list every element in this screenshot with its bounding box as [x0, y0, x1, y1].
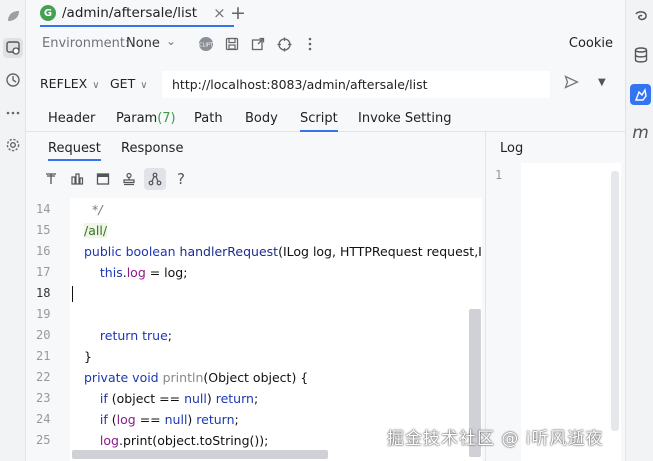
tab-path[interactable]: Path: [194, 111, 223, 126]
url-input[interactable]: [162, 71, 550, 98]
script-sub-tabs: Request Response: [26, 137, 485, 162]
code-line: if (object == null) return;: [99, 391, 259, 406]
line-number: 20: [36, 328, 51, 342]
line-number: 23: [36, 391, 51, 405]
cloud-badge: CLIPT: [199, 43, 214, 49]
editor-tab-row: G /admin/aftersale/list × +: [26, 0, 625, 27]
log-scrollbar[interactable]: [611, 171, 619, 431]
m-icon[interactable]: m: [630, 122, 651, 143]
script-editor[interactable]: 14 15 16 17 18 19 20 21 22 23 24 25 */ /…: [26, 198, 482, 461]
send-options-icon[interactable]: ▼: [598, 77, 606, 88]
format-icon[interactable]: [40, 168, 62, 190]
tab-body[interactable]: Body: [245, 111, 278, 126]
tab-invoke-setting[interactable]: Invoke Setting: [358, 111, 451, 126]
log-line-number: 1: [495, 168, 503, 182]
environment-select[interactable]: None: [126, 36, 160, 51]
tab-script[interactable]: Script: [300, 111, 338, 132]
text-caret: [72, 286, 73, 302]
chevron-down-icon: ∨: [140, 80, 148, 91]
stamp-icon[interactable]: [118, 168, 140, 190]
cloud-icon[interactable]: CLIPT: [198, 35, 214, 53]
code-line: private void println(Object object) {: [84, 370, 309, 385]
line-number: 14: [36, 202, 51, 216]
new-tab-button[interactable]: +: [230, 2, 246, 24]
close-icon[interactable]: ×: [213, 4, 226, 22]
tab-request[interactable]: Request: [48, 141, 101, 161]
swirl-icon[interactable]: [630, 6, 651, 27]
settings-icon[interactable]: [3, 135, 23, 155]
watermark: 掘金技术社区 @ i听风逝夜: [387, 429, 604, 449]
tab-response[interactable]: Response: [121, 141, 183, 156]
line-number: 24: [36, 412, 51, 426]
chart-icon[interactable]: [66, 168, 88, 190]
cookie-button[interactable]: Cookie: [569, 36, 613, 51]
code-line: return true;: [99, 328, 172, 343]
file-tab-title: /admin/aftersale/list: [62, 5, 198, 21]
line-number: 16: [36, 244, 51, 258]
log-title: Log: [500, 141, 524, 156]
request-tabs: Header Param(7) Path Body Script Invoke …: [26, 106, 625, 132]
line-number: 18: [36, 286, 51, 300]
tab-param[interactable]: Param(7): [116, 111, 176, 126]
main-panel: G /admin/aftersale/list × + Environment:…: [26, 0, 625, 461]
line-number: 17: [36, 265, 51, 279]
right-tool-bar: m: [625, 0, 653, 461]
code-line: }: [84, 349, 92, 364]
chevron-down-icon[interactable]: ⌄: [166, 34, 176, 48]
mode-select[interactable]: REFLEX ∨: [40, 76, 100, 91]
line-number: 19: [36, 307, 51, 321]
send-icon[interactable]: [564, 75, 580, 93]
history-icon[interactable]: [3, 70, 23, 90]
tab-header[interactable]: Header: [48, 111, 95, 126]
chevron-down-icon: ∨: [92, 80, 100, 91]
target-icon[interactable]: [276, 35, 292, 53]
line-gutter: 14 15 16 17 18 19 20 21 22 23 24 25: [26, 198, 70, 461]
http-method-label: GET: [110, 76, 136, 91]
help-icon[interactable]: ?: [170, 168, 192, 190]
code-line: this.log = log;: [99, 265, 188, 280]
code-line: */: [84, 202, 103, 217]
code-line: log.print(object.toString());: [99, 433, 269, 448]
tab-param-label: Param: [116, 111, 158, 126]
param-count: (7): [157, 111, 176, 126]
environment-label: Environment:: [42, 36, 130, 51]
line-number: 21: [36, 349, 51, 363]
line-number: 25: [36, 433, 51, 447]
database-icon[interactable]: [630, 44, 651, 65]
line-number: 22: [36, 370, 51, 384]
more-vertical-icon[interactable]: [302, 35, 318, 53]
script-toolbar: ?: [40, 168, 192, 192]
app-logo-icon[interactable]: [3, 6, 23, 26]
mode-label: REFLEX: [40, 76, 88, 91]
log-gutter: 1: [487, 163, 521, 461]
file-tab[interactable]: G /admin/aftersale/list ×: [40, 1, 234, 27]
http-method-select[interactable]: GET ∨: [110, 76, 148, 91]
url-row: REFLEX ∨ GET ∨ ▼: [26, 70, 625, 100]
dog-icon[interactable]: [630, 84, 651, 105]
environment-row: Environment: None ⌄ CLIPT Cookie: [26, 30, 625, 60]
code-line: /all/: [84, 223, 108, 238]
code-line: if (log == null) return;: [99, 412, 239, 427]
api-client-icon[interactable]: [3, 38, 23, 58]
horizontal-scrollbar[interactable]: [72, 450, 328, 459]
request-badge-icon: G: [40, 5, 56, 21]
more-dots-icon[interactable]: [3, 103, 23, 123]
window-icon[interactable]: [92, 168, 114, 190]
save-icon[interactable]: [224, 35, 240, 53]
line-number: 15: [36, 223, 51, 237]
open-external-icon[interactable]: [250, 35, 266, 53]
diagram-icon[interactable]: [144, 168, 166, 190]
code-line: public boolean handlerRequest(ILog log, …: [84, 244, 482, 259]
log-panel[interactable]: 1: [487, 163, 621, 461]
panel-divider[interactable]: [485, 132, 486, 461]
left-tool-bar: [0, 0, 26, 461]
